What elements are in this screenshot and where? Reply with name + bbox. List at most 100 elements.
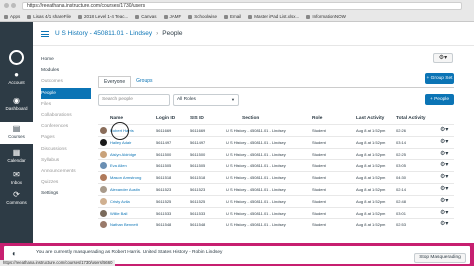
course-nav-people[interactable]: People xyxy=(41,87,91,99)
bookmark-item[interactable]: JAMF xyxy=(163,12,181,21)
col-sis-id[interactable]: SIS ID xyxy=(190,116,204,121)
global-nav-dashboard[interactable]: ◉ Dashboard xyxy=(0,94,33,114)
course-nav-modules[interactable]: Modules xyxy=(41,65,91,76)
global-nav-courses[interactable]: ▤ Courses xyxy=(0,122,33,144)
cell-name[interactable]: Nathan Bennett xyxy=(110,222,138,227)
avatar[interactable] xyxy=(100,186,107,193)
bookmark-item[interactable]: Schoolwise xyxy=(188,12,217,21)
table-row: Hailey Adair 5611497 5611497 U S History - … xyxy=(98,135,454,148)
col-total-activity[interactable]: Total Activity xyxy=(396,116,426,121)
cell-name[interactable]: Cristy Avila xyxy=(110,199,130,204)
row-gear-icon[interactable]: ⚙▾ xyxy=(440,126,448,133)
search-input[interactable]: Search people xyxy=(98,94,170,106)
avatar[interactable] xyxy=(100,197,107,205)
table-row: Willie Ball 5611533 5611533 U S History - 4… xyxy=(98,206,454,219)
commons-icon: ⟳ xyxy=(13,190,20,199)
cell-name[interactable]: Mason Armstrong xyxy=(110,175,141,180)
cell-last: Aug 8 at 1:52pm xyxy=(356,210,386,216)
global-nav-inbox[interactable]: ✉ Inbox xyxy=(0,168,33,188)
col-section[interactable]: Section xyxy=(242,116,259,121)
cell-login: 5611669 xyxy=(156,128,172,133)
forward-icon[interactable] xyxy=(11,3,16,8)
course-nav-home[interactable]: Home xyxy=(41,54,91,65)
role-select[interactable]: All Roles ▼ xyxy=(173,94,239,106)
bookmark-icon xyxy=(4,14,8,19)
course-nav-settings[interactable]: Settings xyxy=(41,188,91,199)
course-nav-conferences[interactable]: Conferences xyxy=(41,121,91,132)
col-last-activity[interactable]: Last Activity xyxy=(356,116,384,121)
avatar[interactable] xyxy=(100,209,107,217)
col-role[interactable]: Role xyxy=(312,116,322,121)
global-nav-label: Inbox xyxy=(10,180,22,185)
row-gear-icon[interactable]: ⚙▾ xyxy=(440,138,448,145)
row-gear-icon[interactable]: ⚙▾ xyxy=(440,161,448,168)
row-gear-icon[interactable]: ⚙▾ xyxy=(440,220,448,227)
table-row: Cristy Avila 5611525 5611525 U S History - … xyxy=(98,194,454,207)
global-nav-calendar[interactable]: ▦ Calendar xyxy=(0,146,33,166)
settings-gear-button[interactable]: ⚙▾ xyxy=(433,53,453,63)
col-login-id[interactable]: Login ID xyxy=(156,116,175,121)
breadcrumb-page: People xyxy=(162,30,183,37)
row-gear-icon[interactable]: ⚙▾ xyxy=(440,209,448,216)
avatar[interactable] xyxy=(100,150,107,158)
cell-login: 5611525 xyxy=(156,198,172,204)
mask-icon: ◐ xyxy=(12,249,17,258)
bookmark-item[interactable]: Apps xyxy=(4,12,20,21)
avatar[interactable] xyxy=(100,162,107,170)
bookmark-icon xyxy=(188,14,193,19)
cell-name[interactable]: Willie Ball xyxy=(110,211,127,216)
bookmark-item[interactable]: InformationNOW xyxy=(306,12,346,21)
cell-section: U S History - 450811.01 - Lindsey xyxy=(226,210,286,216)
avatar[interactable] xyxy=(100,138,107,146)
course-nav-announcements[interactable]: Announcements xyxy=(41,166,91,177)
course-nav: Home Modules Outcomes People Files Collaborat… xyxy=(41,54,91,199)
cell-section: U S History - 450811.01 - Lindsey xyxy=(226,175,286,181)
row-gear-icon[interactable]: ⚙▾ xyxy=(440,197,448,204)
course-nav-outcomes[interactable]: Outcomes xyxy=(41,76,91,87)
hamburger-icon[interactable] xyxy=(41,31,49,37)
bookmark-item[interactable]: 2018 Level 1-4 Teac... xyxy=(78,12,128,21)
bookmark-item[interactable]: Master iPad List.xlsx... xyxy=(248,12,299,21)
bookmark-item[interactable]: Email xyxy=(224,12,241,21)
course-nav-discussions[interactable]: Discussions xyxy=(41,144,91,155)
course-nav-files[interactable]: Files xyxy=(41,99,91,110)
cell-name[interactable]: Alexander Austin xyxy=(110,187,140,192)
breadcrumb-course[interactable]: U S History - 450811.01 - Lindsey xyxy=(55,30,152,37)
course-nav-quizzes[interactable]: Quizzes xyxy=(41,177,91,188)
cell-section: U S History - 450811.01 - Lindsey xyxy=(226,222,286,228)
bookmark-icon xyxy=(224,14,229,19)
address-bar[interactable]: https://reeathana.instructure.com/course… xyxy=(22,2,462,10)
cell-name[interactable]: Hailey Adair xyxy=(110,140,131,145)
col-name[interactable]: Name xyxy=(110,116,123,121)
add-people-button[interactable]: + People xyxy=(425,94,454,105)
course-nav-pages[interactable]: Pages xyxy=(41,132,91,143)
bookmark-label: Lisas 4/1 shareFile xyxy=(33,14,72,19)
inbox-icon: ✉ xyxy=(13,170,20,179)
canvas-logo-icon[interactable] xyxy=(9,50,24,65)
stop-masquerading-button[interactable]: Stop Masquerading xyxy=(414,253,466,263)
cell-sis: 5611505 xyxy=(190,163,206,169)
cell-name[interactable]: Eva Allen xyxy=(110,163,127,168)
cell-last: Aug 8 at 1:52pm xyxy=(356,222,386,228)
course-nav-collaborations[interactable]: Collaborations xyxy=(41,110,91,121)
course-nav-syllabus[interactable]: Syllabus xyxy=(41,155,91,166)
back-icon[interactable] xyxy=(4,3,9,8)
avatar[interactable] xyxy=(100,127,107,134)
tab-everyone[interactable]: Everyone xyxy=(98,76,132,87)
tab-groups[interactable]: Groups xyxy=(131,76,157,87)
table-row: Mason Armstrong 5611518 5611518 U S History… xyxy=(98,171,454,183)
row-gear-icon[interactable]: ⚙▾ xyxy=(440,173,448,180)
avatar[interactable] xyxy=(100,221,107,229)
cell-last: Aug 8 at 1:52pm xyxy=(356,198,386,204)
bookmark-item[interactable]: Lisas 4/1 shareFile xyxy=(27,12,71,21)
add-group-set-button[interactable]: + Group Set xyxy=(425,73,454,84)
global-nav-commons[interactable]: ⟳ Commons xyxy=(0,188,33,208)
mouse-cursor-highlight xyxy=(111,122,129,140)
cell-name[interactable]: Aislyn Aldridge xyxy=(110,152,136,157)
global-nav-account[interactable]: ● Account xyxy=(0,68,33,88)
row-gear-icon[interactable]: ⚙▾ xyxy=(440,150,448,157)
avatar[interactable] xyxy=(100,174,107,182)
bookmark-item[interactable]: Canvas xyxy=(135,12,157,21)
people-tabs: Everyone Groups xyxy=(98,76,158,87)
row-gear-icon[interactable]: ⚙▾ xyxy=(440,185,448,192)
